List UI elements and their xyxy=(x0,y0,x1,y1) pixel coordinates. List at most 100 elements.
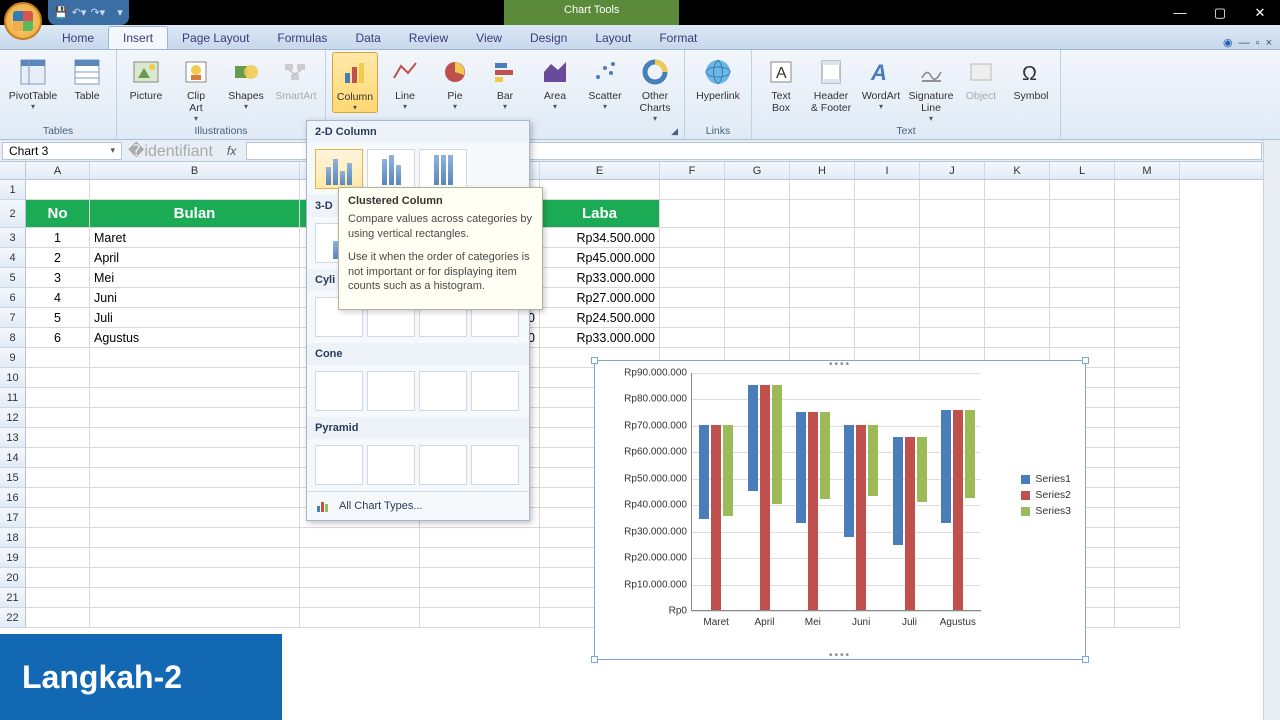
cell[interactable] xyxy=(420,568,540,588)
cell[interactable]: 3 xyxy=(26,268,90,288)
close-button[interactable]: ✕ xyxy=(1240,0,1280,25)
cell[interactable] xyxy=(1115,488,1180,508)
cell[interactable] xyxy=(855,308,920,328)
cell[interactable] xyxy=(26,588,90,608)
cell[interactable]: 6 xyxy=(26,328,90,348)
cell[interactable] xyxy=(90,348,300,368)
cell[interactable] xyxy=(1050,180,1115,200)
clipart-button[interactable]: Clip Art▾ xyxy=(173,52,219,123)
clustered-column-option[interactable] xyxy=(315,149,363,189)
tab-format[interactable]: Format xyxy=(645,27,711,49)
col-header[interactable]: F xyxy=(660,162,725,179)
wordart-button[interactable]: AWordArt▾ xyxy=(858,52,904,111)
cell[interactable] xyxy=(90,508,300,528)
chevron-down-icon[interactable]: ▾ xyxy=(110,145,115,156)
cell[interactable] xyxy=(420,528,540,548)
row-header[interactable]: 14 xyxy=(0,448,26,468)
redo-icon[interactable]: ↷▾ xyxy=(90,6,105,19)
tab-home[interactable]: Home xyxy=(48,27,108,49)
cell[interactable]: Juli xyxy=(90,308,300,328)
cell[interactable] xyxy=(790,180,855,200)
cell[interactable] xyxy=(90,588,300,608)
cell[interactable]: Rp45.000.000 xyxy=(540,248,660,268)
cell[interactable] xyxy=(1115,248,1180,268)
cell[interactable]: 2 xyxy=(26,248,90,268)
cell[interactable] xyxy=(790,328,855,348)
cell[interactable] xyxy=(1115,180,1180,200)
row-header[interactable]: 12 xyxy=(0,408,26,428)
tab-review[interactable]: Review xyxy=(395,27,462,49)
ribbon-minimize-icon[interactable]: — xyxy=(1239,37,1250,49)
row-header[interactable]: 5 xyxy=(0,268,26,288)
cell[interactable]: Agustus xyxy=(90,328,300,348)
cell[interactable] xyxy=(1050,308,1115,328)
col-header[interactable]: I xyxy=(855,162,920,179)
cell[interactable]: April xyxy=(90,248,300,268)
cell[interactable] xyxy=(855,180,920,200)
table-button[interactable]: Table xyxy=(64,52,110,102)
cell[interactable] xyxy=(790,200,855,228)
stacked-column-option[interactable] xyxy=(367,149,415,189)
cell[interactable] xyxy=(855,248,920,268)
cell[interactable] xyxy=(985,308,1050,328)
100-stacked-column-option[interactable] xyxy=(419,149,467,189)
cell[interactable] xyxy=(1050,248,1115,268)
col-header[interactable]: M xyxy=(1115,162,1180,179)
row-header[interactable]: 6 xyxy=(0,288,26,308)
object-button[interactable]: Object xyxy=(958,52,1004,102)
cell[interactable] xyxy=(26,568,90,588)
row-header[interactable]: 7 xyxy=(0,308,26,328)
scatter-chart-button[interactable]: Scatter▾ xyxy=(582,52,628,111)
cell[interactable] xyxy=(90,468,300,488)
cell[interactable] xyxy=(985,228,1050,248)
cell[interactable] xyxy=(725,268,790,288)
cell[interactable] xyxy=(790,288,855,308)
ribbon-close-icon[interactable]: × xyxy=(1266,37,1272,49)
cell[interactable]: Rp33.000.000 xyxy=(540,328,660,348)
select-all-button[interactable] xyxy=(0,162,26,179)
cell[interactable] xyxy=(90,368,300,388)
cell[interactable] xyxy=(1115,268,1180,288)
cell[interactable] xyxy=(985,288,1050,308)
cell[interactable] xyxy=(1115,588,1180,608)
cell[interactable] xyxy=(725,248,790,268)
cell[interactable] xyxy=(90,488,300,508)
tab-design[interactable]: Design xyxy=(516,27,581,49)
cell[interactable] xyxy=(920,248,985,268)
cell[interactable] xyxy=(985,180,1050,200)
cell[interactable] xyxy=(90,180,300,200)
cell[interactable] xyxy=(1115,228,1180,248)
help-icon[interactable]: ◉ xyxy=(1223,36,1233,49)
cell[interactable] xyxy=(1115,568,1180,588)
save-icon[interactable]: 💾 xyxy=(54,6,68,19)
minimize-button[interactable]: — xyxy=(1160,0,1200,25)
cell[interactable] xyxy=(1050,228,1115,248)
cell[interactable] xyxy=(26,388,90,408)
cell[interactable] xyxy=(300,528,420,548)
cell[interactable] xyxy=(855,288,920,308)
cell[interactable] xyxy=(790,308,855,328)
embedded-chart[interactable]: •••• •••• MaretAprilMeiJuniJuliAgustus S… xyxy=(594,360,1086,660)
cell[interactable] xyxy=(26,348,90,368)
cell[interactable] xyxy=(26,428,90,448)
col-header[interactable]: L xyxy=(1050,162,1115,179)
cell[interactable] xyxy=(725,228,790,248)
tab-page-layout[interactable]: Page Layout xyxy=(168,27,263,49)
row-header[interactable]: 22 xyxy=(0,608,26,628)
cell[interactable] xyxy=(1115,328,1180,348)
tab-view[interactable]: View xyxy=(462,27,516,49)
cell[interactable] xyxy=(660,288,725,308)
cone-option-1[interactable] xyxy=(315,371,363,411)
pyr-option-2[interactable] xyxy=(367,445,415,485)
cell[interactable] xyxy=(920,200,985,228)
cell[interactable]: Mei xyxy=(90,268,300,288)
pie-chart-button[interactable]: Pie▾ xyxy=(432,52,478,111)
area-chart-button[interactable]: Area▾ xyxy=(532,52,578,111)
cell[interactable] xyxy=(790,228,855,248)
cell[interactable] xyxy=(660,248,725,268)
cell[interactable] xyxy=(920,268,985,288)
cell[interactable] xyxy=(1115,388,1180,408)
ribbon-restore-icon[interactable]: ▫ xyxy=(1256,37,1260,49)
cell[interactable]: Juni xyxy=(90,288,300,308)
cell[interactable] xyxy=(790,268,855,288)
